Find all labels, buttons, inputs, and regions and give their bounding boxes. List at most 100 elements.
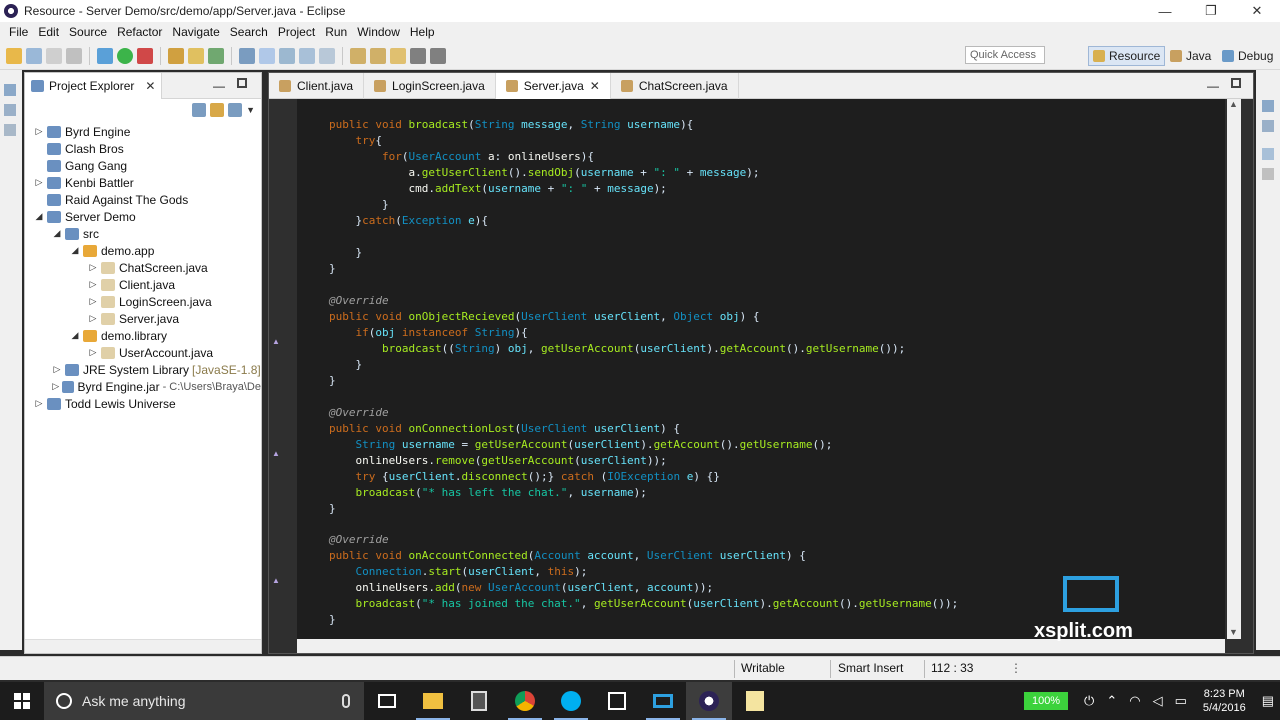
expand-arrow-icon[interactable]: ◢ xyxy=(33,211,45,222)
keyboard-icon[interactable]: ▭ xyxy=(1175,693,1187,709)
tree-item[interactable]: ▷ ChatScreen.java xyxy=(25,259,261,276)
perspective-resource[interactable]: Resource xyxy=(1088,46,1166,66)
tree-item[interactable]: ▷ Kenbi Battler xyxy=(25,174,261,191)
status-more-icon[interactable]: ⋮ xyxy=(1010,661,1022,675)
power-plug-icon[interactable]: ⏻ xyxy=(1084,693,1094,709)
tree-item[interactable]: ▷ Byrd Engine xyxy=(25,123,261,140)
perspective-java[interactable]: Java xyxy=(1166,46,1215,66)
run-icon[interactable] xyxy=(117,47,133,64)
expand-arrow-icon[interactable]: ▷ xyxy=(87,296,99,307)
maximize-view-icon[interactable] xyxy=(237,78,247,88)
close-icon[interactable]: ✕ xyxy=(590,79,600,93)
tree-item[interactable]: ▷ Byrd Engine.jar - C:\Users\Braya\De xyxy=(25,378,261,395)
eclipse-taskbar-button[interactable] xyxy=(686,682,732,720)
wifi-icon[interactable]: ◠ xyxy=(1129,693,1140,709)
highlight-icon[interactable] xyxy=(259,47,275,64)
new-class-icon[interactable] xyxy=(208,47,224,64)
menu-search[interactable]: Search xyxy=(225,25,273,39)
menu-refactor[interactable]: Refactor xyxy=(112,25,167,39)
volume-icon[interactable]: ◁ xyxy=(1153,693,1163,709)
minimized-view-icon[interactable] xyxy=(4,84,16,96)
tab-loginscreen-java[interactable]: LoginScreen.java xyxy=(364,72,496,99)
override-marker-icon[interactable]: ▲ xyxy=(272,449,280,458)
expand-arrow-icon[interactable]: ▷ xyxy=(51,381,60,392)
override-marker-icon[interactable]: ▲ xyxy=(272,337,280,346)
prev-annotation-icon[interactable] xyxy=(370,47,386,64)
save-icon[interactable] xyxy=(26,47,42,64)
microphone-icon[interactable] xyxy=(342,694,350,708)
link-editor-icon[interactable] xyxy=(210,103,225,117)
override-marker-icon[interactable]: ▲ xyxy=(272,576,280,585)
minimize-editor-icon[interactable]: — xyxy=(1207,79,1219,93)
editor-vertical-scrollbar[interactable]: ▲ ▼ xyxy=(1225,99,1253,639)
xsplit-taskbar-button[interactable] xyxy=(640,682,686,720)
menu-run[interactable]: Run xyxy=(320,25,352,39)
file-explorer-taskbar-button[interactable] xyxy=(410,682,456,720)
tree-item[interactable]: ▷ LoginScreen.java xyxy=(25,293,261,310)
collapse-all-icon[interactable] xyxy=(192,103,207,117)
tree-item[interactable]: ▷ Todd Lewis Universe xyxy=(25,395,261,412)
tree-item[interactable]: ◢ Server Demo xyxy=(25,208,261,225)
task-view-icon[interactable] xyxy=(1262,120,1274,132)
app-taskbar-button[interactable] xyxy=(594,682,640,720)
menu-navigate[interactable]: Navigate xyxy=(167,25,224,39)
skype-taskbar-button[interactable] xyxy=(548,682,594,720)
tree-item[interactable]: Gang Gang xyxy=(25,157,261,174)
expand-arrow-icon[interactable]: ▷ xyxy=(33,398,45,409)
minimize-view-icon[interactable]: — xyxy=(213,79,225,93)
system-clock[interactable]: 8:23 PM 5/4/2016 xyxy=(1203,687,1246,715)
menu-source[interactable]: Source xyxy=(64,25,112,39)
scroll-up-icon[interactable]: ▲ xyxy=(1229,99,1238,109)
expand-arrow-icon[interactable]: ▷ xyxy=(87,347,99,358)
print-icon[interactable] xyxy=(66,47,82,64)
quick-access-input[interactable]: Quick Access xyxy=(965,46,1045,64)
menu-file[interactable]: File xyxy=(4,25,33,39)
expand-arrow-icon[interactable]: ◢ xyxy=(51,228,63,239)
tree-item[interactable]: Clash Bros xyxy=(25,140,261,157)
view-menu-icon[interactable]: ▼ xyxy=(246,105,255,115)
block-selection-icon[interactable] xyxy=(299,47,315,64)
tree-item[interactable]: ◢ demo.app xyxy=(25,242,261,259)
expand-arrow-icon[interactable]: ▷ xyxy=(87,262,99,273)
notes-taskbar-button[interactable] xyxy=(732,682,778,720)
tab-client-java[interactable]: Client.java xyxy=(269,72,365,99)
menu-help[interactable]: Help xyxy=(405,25,440,39)
close-button[interactable]: ✕ xyxy=(1234,0,1280,22)
notifications-icon[interactable]: ▤ xyxy=(1262,693,1274,709)
calculator-taskbar-button[interactable] xyxy=(456,682,502,720)
menu-project[interactable]: Project xyxy=(273,25,320,39)
forward-icon[interactable] xyxy=(430,47,446,64)
project-explorer-tab[interactable]: Project Explorer ✕ xyxy=(25,72,163,99)
console-view-icon[interactable] xyxy=(1262,168,1274,180)
start-button[interactable] xyxy=(0,682,44,720)
expand-arrow-icon[interactable]: ◢ xyxy=(69,245,81,256)
new-icon[interactable] xyxy=(6,47,22,64)
back-icon[interactable] xyxy=(410,47,426,64)
expand-arrow-icon[interactable]: ▷ xyxy=(87,313,99,324)
maximize-editor-icon[interactable] xyxy=(1231,78,1241,88)
menu-window[interactable]: Window xyxy=(352,25,405,39)
tree-item[interactable]: ▷ Server.java xyxy=(25,310,261,327)
show-whitespace-icon[interactable] xyxy=(319,47,335,64)
new-package-icon[interactable] xyxy=(188,47,204,64)
perspective-debug[interactable]: Debug xyxy=(1218,46,1277,66)
new-java-project-icon[interactable] xyxy=(168,47,184,64)
minimize-button[interactable]: — xyxy=(1142,0,1188,22)
next-annotation-icon[interactable] xyxy=(350,47,366,64)
scroll-down-icon[interactable]: ▼ xyxy=(1229,627,1238,637)
menu-edit[interactable]: Edit xyxy=(33,25,64,39)
debug-icon[interactable] xyxy=(97,47,113,64)
chrome-taskbar-button[interactable] xyxy=(502,682,548,720)
tree-item[interactable]: ▷ UserAccount.java xyxy=(25,344,261,361)
tree-item[interactable]: ◢ src xyxy=(25,225,261,242)
close-icon[interactable]: ✕ xyxy=(145,79,155,93)
tab-chatscreen-java[interactable]: ChatScreen.java xyxy=(611,72,739,99)
expand-arrow-icon[interactable]: ▷ xyxy=(33,126,45,137)
open-type-icon[interactable] xyxy=(239,47,255,64)
focus-icon[interactable] xyxy=(228,103,243,117)
task-list-icon[interactable] xyxy=(4,124,16,136)
battery-indicator[interactable]: 100% xyxy=(1024,692,1069,710)
expand-arrow-icon[interactable]: ▷ xyxy=(51,364,63,375)
task-view-button[interactable] xyxy=(364,682,410,720)
cortana-search-box[interactable]: Ask me anything xyxy=(44,682,364,720)
